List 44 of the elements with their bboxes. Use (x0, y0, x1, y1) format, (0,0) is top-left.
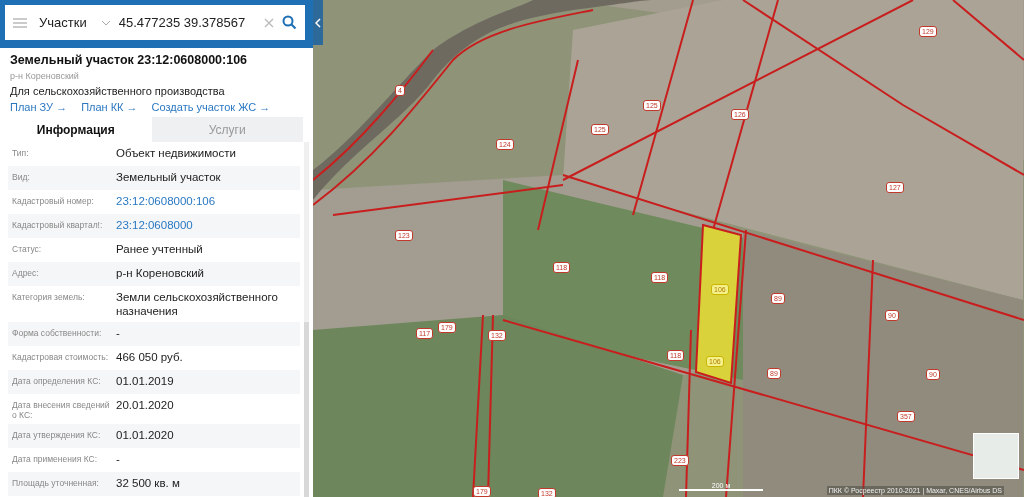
field-label: Категория земель: (12, 291, 86, 302)
field-value: 01.01.2020 (116, 428, 175, 442)
field-value: 01.01.2019 (116, 374, 175, 388)
clear-icon[interactable] (264, 17, 274, 28)
field-label: Дата утверждения КС: (12, 429, 102, 440)
plan-link[interactable]: План КК → (81, 101, 138, 113)
field-value: - (116, 452, 121, 466)
chevron-down-icon (100, 19, 111, 26)
category-select[interactable]: Участки (35, 15, 111, 30)
field-label: Адрес: (12, 267, 40, 278)
field-value: 466 050 руб. (116, 350, 184, 364)
field-value: Земельный участок (116, 170, 222, 184)
field-value: Объект недвижимости (116, 146, 237, 160)
field-value: Земли сельскохозяйственного назначения (116, 290, 279, 318)
cadastral-link[interactable]: 23:12:0608000:106 (116, 194, 300, 208)
field-label: Форма собственности: (12, 327, 103, 338)
field-label: Вид: (12, 171, 31, 182)
purpose-text: Для сельскохозяйственного производства (10, 85, 226, 97)
field-label: Статус: (12, 243, 43, 254)
field-label: Кадастровый номер: (12, 195, 95, 206)
chevron-left-icon (315, 17, 321, 28)
collapse-panel-button[interactable] (313, 0, 323, 45)
field-value: Ранее учтенный (116, 242, 204, 256)
field-label: Кадастровый квартал!: (12, 219, 104, 230)
menu-icon[interactable] (13, 17, 27, 28)
field-value: 20.01.2020 (116, 398, 175, 412)
minimap-thumbnail[interactable] (973, 433, 1019, 479)
scrollbar[interactable] (304, 142, 309, 497)
field-label: Дата применения КС: (12, 453, 99, 464)
plan-link[interactable]: Создать участок ЖС → (151, 101, 271, 113)
field-value: - (116, 326, 121, 340)
plan-link[interactable]: План ЗУ → (10, 101, 68, 113)
tab[interactable]: Услуги (151, 117, 303, 142)
field-label: Тип: (12, 147, 30, 158)
field-label: Кадастровая стоимость: (12, 351, 110, 362)
field-label: Дата внесения сведений о КС: (12, 399, 111, 420)
field-label: Площадь уточненная: (12, 477, 100, 488)
district-text: р-н Кореновский (10, 71, 80, 81)
cadastral-link[interactable]: 23:12:0608000 (116, 218, 300, 232)
field-label: Дата определения КС: (12, 375, 102, 386)
field-value: р-н Кореновский (116, 266, 205, 280)
search-icon[interactable] (282, 15, 297, 30)
object-title: Земельный участок 23:12:0608000:106 (10, 53, 249, 67)
field-value: 32 500 кв. м (116, 476, 181, 490)
